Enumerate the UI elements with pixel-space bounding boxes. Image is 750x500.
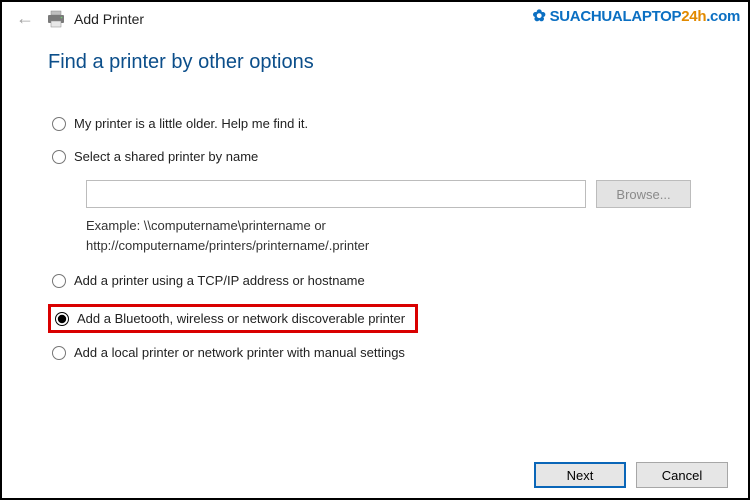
watermark-logo: ✿ SUACHUALAPTOP24h.com xyxy=(532,6,740,26)
example-text: Example: \\computername\printername or h… xyxy=(86,216,712,255)
option-local-printer[interactable]: Add a local printer or network printer w… xyxy=(48,343,712,362)
window-title: Add Printer xyxy=(74,11,144,27)
option-label: My printer is a little older. Help me fi… xyxy=(74,116,308,131)
option-older-printer[interactable]: My printer is a little older. Help me fi… xyxy=(48,114,712,133)
radio-shared-printer[interactable] xyxy=(52,150,66,164)
page-heading: Find a printer by other options xyxy=(48,51,712,74)
footer-buttons: Next Cancel xyxy=(534,462,728,488)
back-arrow-icon[interactable]: ← xyxy=(12,8,38,29)
option-label: Select a shared printer by name xyxy=(74,149,258,164)
option-label: Add a Bluetooth, wireless or network dis… xyxy=(77,311,405,326)
printer-icon xyxy=(46,10,66,28)
radio-local-printer[interactable] xyxy=(52,346,66,360)
option-bluetooth[interactable]: Add a Bluetooth, wireless or network dis… xyxy=(48,304,418,333)
gear-icon: ✿ xyxy=(532,6,545,26)
option-label: Add a printer using a TCP/IP address or … xyxy=(74,273,365,288)
option-label: Add a local printer or network printer w… xyxy=(74,345,405,360)
radio-older-printer[interactable] xyxy=(52,117,66,131)
content-area: Find a printer by other options My print… xyxy=(2,33,748,362)
next-button[interactable]: Next xyxy=(534,462,626,488)
option-tcpip[interactable]: Add a printer using a TCP/IP address or … xyxy=(48,271,712,290)
cancel-button[interactable]: Cancel xyxy=(636,462,728,488)
option-shared-printer[interactable]: Select a shared printer by name xyxy=(48,147,712,166)
radio-tcpip[interactable] xyxy=(52,274,66,288)
browse-button: Browse... xyxy=(596,180,691,208)
shared-printer-section: Browse... Example: \\computername\printe… xyxy=(86,180,712,255)
radio-bluetooth[interactable] xyxy=(55,312,69,326)
shared-printer-input[interactable] xyxy=(86,180,586,208)
